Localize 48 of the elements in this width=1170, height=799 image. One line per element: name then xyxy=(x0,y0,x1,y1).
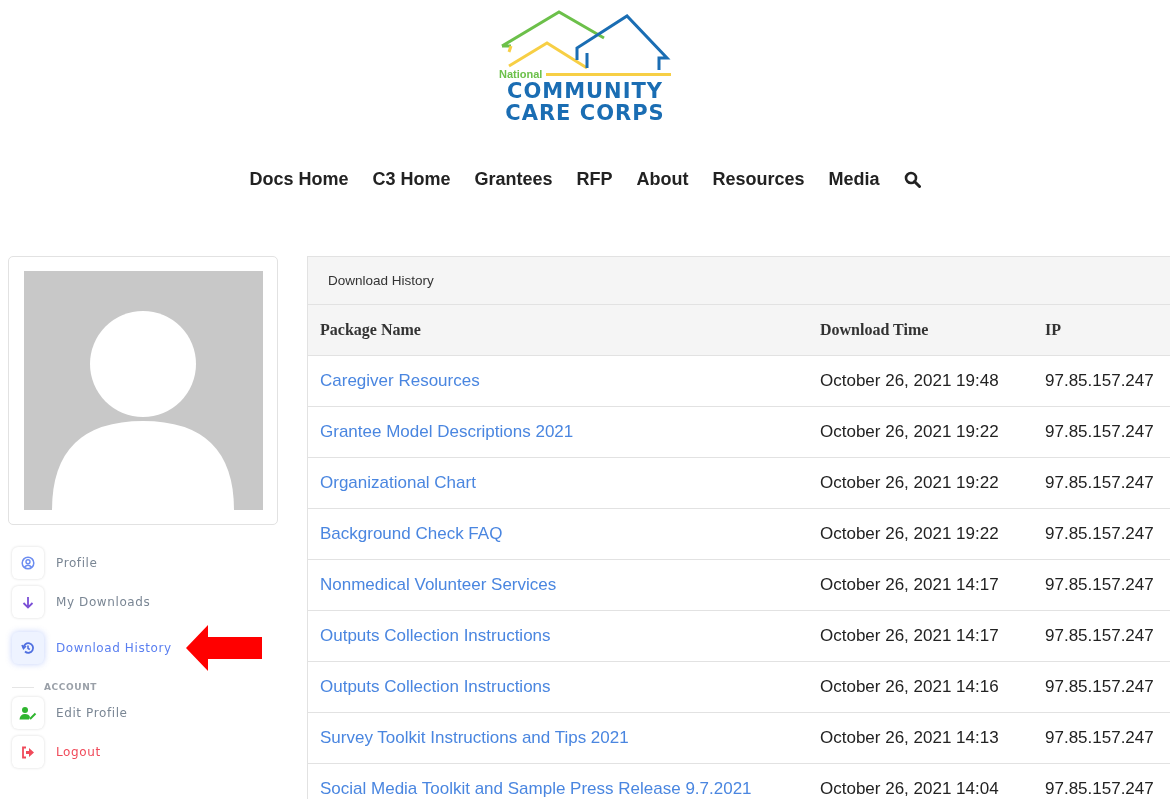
table-cell: October 26, 2021 19:22 xyxy=(808,457,1033,509)
package-link[interactable]: Social Media Toolkit and Sample Press Release 9.7.2021 xyxy=(320,779,752,798)
search-icon[interactable] xyxy=(903,171,921,188)
nav-link[interactable]: Resources xyxy=(712,169,805,190)
nav-link[interactable]: About xyxy=(636,169,689,190)
package-link[interactable]: Grantee Model Descriptions 2021 xyxy=(320,422,574,441)
table-cell: 97.85.157.247 xyxy=(1033,763,1170,799)
sidebar-item[interactable]: Edit Profile xyxy=(12,697,128,729)
table-cell: October 26, 2021 19:48 xyxy=(808,355,1033,407)
nav-link[interactable]: C3 Home xyxy=(372,169,451,190)
table-cell: 97.85.157.247 xyxy=(1033,610,1170,662)
column-header: Download Time xyxy=(808,305,1033,356)
logo-text: National xyxy=(499,68,543,80)
package-link[interactable]: Caregiver Resources xyxy=(320,371,480,390)
table-cell: October 26, 2021 14:16 xyxy=(808,661,1033,713)
sidebar-item[interactable]: Logout xyxy=(12,736,101,768)
package-link[interactable]: Outputs Collection Instructions xyxy=(320,626,551,645)
column-header: IP xyxy=(1033,305,1170,356)
package-link[interactable]: Organizational Chart xyxy=(320,473,476,492)
table-cell: October 26, 2021 19:22 xyxy=(808,508,1033,560)
nav-link[interactable]: Grantees xyxy=(474,169,553,190)
logo-text: CARE CORPS xyxy=(505,102,665,124)
table-cell: 97.85.157.247 xyxy=(1033,508,1170,560)
table-cell: October 26, 2021 14:13 xyxy=(808,712,1033,764)
logo-text: COMMUNITY xyxy=(507,80,663,102)
panel-title: Download History xyxy=(308,257,1170,305)
table-cell: October 26, 2021 19:22 xyxy=(808,406,1033,458)
table-cell: October 26, 2021 14:17 xyxy=(808,610,1033,662)
table-cell: 97.85.157.247 xyxy=(1033,355,1170,407)
table-cell: 97.85.157.247 xyxy=(1033,457,1170,509)
table-cell: 97.85.157.247 xyxy=(1033,406,1170,458)
sidebar-item[interactable]: Profile xyxy=(12,547,98,579)
nav-link[interactable]: Media xyxy=(828,169,880,190)
nav-link[interactable]: Docs Home xyxy=(249,169,349,190)
sidebar-item[interactable]: Download History xyxy=(12,632,172,664)
table-cell: 97.85.157.247 xyxy=(1033,661,1170,713)
section-label: ACCOUNT xyxy=(44,682,97,692)
column-header: Package Name xyxy=(308,305,808,356)
sidebar-item[interactable]: My Downloads xyxy=(12,586,151,618)
package-link[interactable]: Background Check FAQ xyxy=(320,524,503,543)
table-cell: 97.85.157.247 xyxy=(1033,559,1170,611)
package-link[interactable]: Nonmedical Volunteer Services xyxy=(320,575,557,594)
nav-link[interactable]: RFP xyxy=(576,169,613,190)
table-cell: October 26, 2021 14:17 xyxy=(808,559,1033,611)
package-link[interactable]: Survey Toolkit Instructions and Tips 2021 xyxy=(320,728,629,747)
package-link[interactable]: Outputs Collection Instructions xyxy=(320,677,551,696)
table-cell: October 26, 2021 14:04 xyxy=(808,763,1033,799)
table-cell: 97.85.157.247 xyxy=(1033,712,1170,764)
